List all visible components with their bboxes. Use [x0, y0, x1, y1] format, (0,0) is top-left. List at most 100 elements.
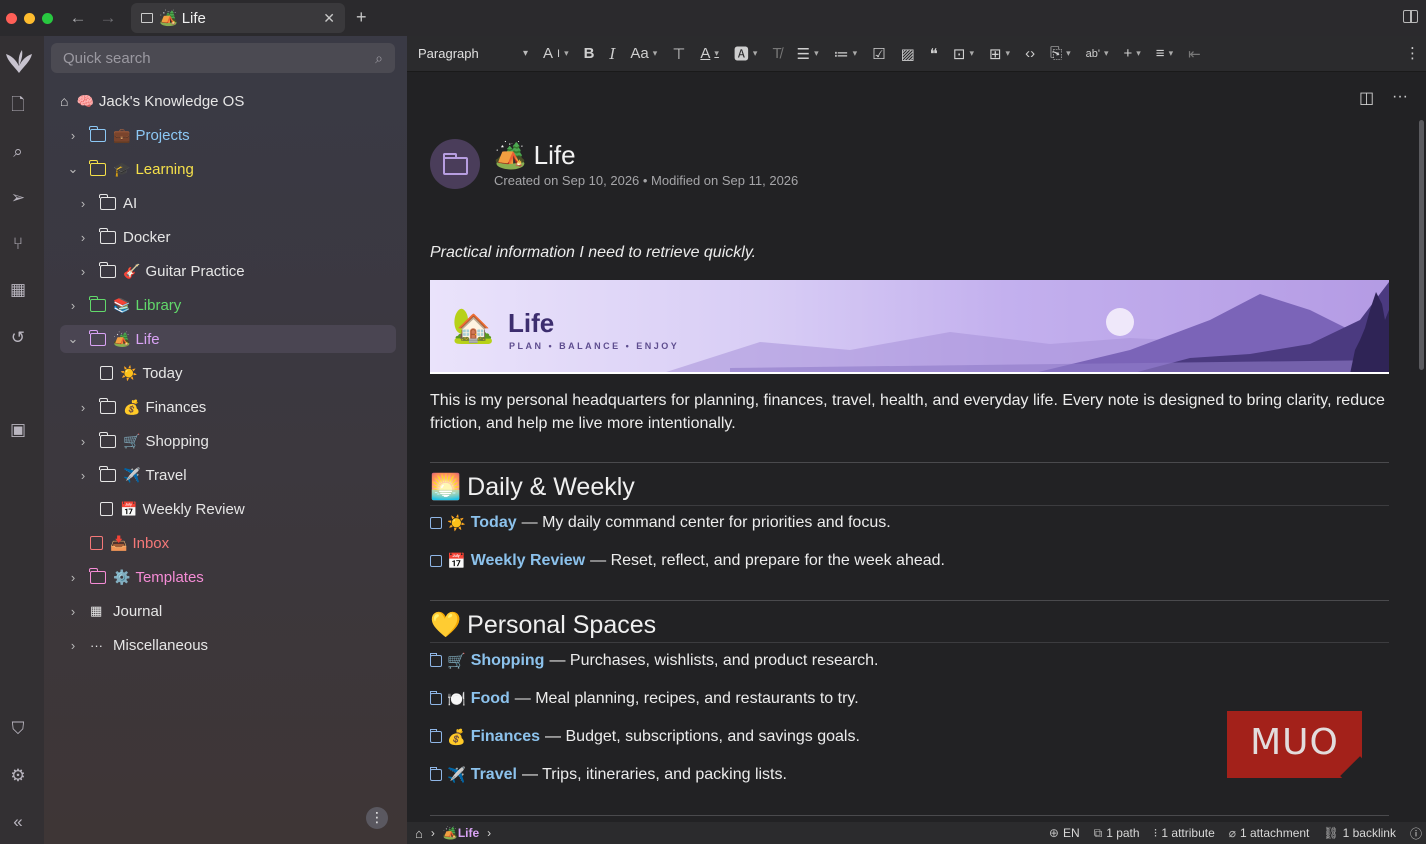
tree-item-shopping[interactable]: › 🛒 Shopping	[76, 427, 209, 455]
link-today[interactable]: ☀️ Today — My daily command center for p…	[430, 514, 891, 532]
split-view-icon[interactable]: ◫	[1359, 88, 1374, 108]
close-window-button[interactable]	[6, 12, 17, 24]
tree-item-inbox[interactable]: 📥 Inbox	[90, 529, 169, 557]
tree-item-guitar-practice[interactable]: › 🎸 Guitar Practice	[76, 257, 245, 285]
tree-item-travel[interactable]: › ✈️ Travel	[76, 461, 187, 489]
code-icon[interactable]: ‹›	[1025, 45, 1035, 62]
forward-arrow-icon[interactable]: →	[99, 8, 117, 28]
tree-item-life[interactable]: ⌄ 🏕️ Life	[60, 325, 396, 353]
tree-item-finances[interactable]: › 💰 Finances	[76, 393, 206, 421]
tree-item-docker[interactable]: › Docker	[76, 223, 171, 251]
tab-life[interactable]: 🏕️ Life ✕	[131, 3, 345, 33]
tree-item-weekly-review[interactable]: 📅 Weekly Review	[100, 495, 245, 523]
chevron-down-icon[interactable]: ⌄	[66, 331, 80, 347]
chevron-right-icon[interactable]: ›	[76, 230, 90, 245]
special-characters-icon[interactable]: ab' ▾	[1086, 48, 1109, 60]
clear-format-icon[interactable]: T̸	[772, 45, 781, 62]
minimize-window-button[interactable]	[24, 12, 35, 24]
admonition-icon[interactable]: ⊡ ▾	[953, 45, 974, 63]
chevron-right-icon[interactable]: ›	[76, 468, 90, 483]
format-painter-icon[interactable]: ⊤	[672, 45, 685, 63]
note-actions-icon[interactable]: ···	[1392, 88, 1408, 106]
paths-indicator[interactable]: ⧉ 1 path	[1094, 826, 1140, 841]
attachments-indicator[interactable]: ⌀ 1 attachment	[1229, 826, 1310, 840]
recent-changes-icon[interactable]: ↺	[8, 328, 28, 348]
text-case-icon[interactable]: Aa ▾	[630, 45, 657, 62]
chevron-right-icon[interactable]: ›	[76, 264, 90, 279]
jump-to-icon[interactable]: ➢	[8, 188, 28, 208]
chevron-right-icon[interactable]: ›	[66, 570, 80, 585]
today-note-icon[interactable]: ▣	[8, 420, 28, 440]
link-shopping[interactable]: 🛒 Shopping — Purchases, wishlists, and p…	[429, 652, 878, 670]
info-icon[interactable]: ⓘ	[1410, 825, 1422, 842]
chevron-right-icon[interactable]: ›	[76, 400, 90, 415]
block-quote-icon[interactable]: ❝	[930, 45, 938, 63]
link-label[interactable]: Weekly Review	[471, 552, 585, 570]
link-finances[interactable]: 💰 Finances — Budget, subscriptions, and …	[429, 728, 860, 746]
new-tab-button[interactable]: +	[356, 7, 367, 28]
protected-session-icon[interactable]: ⛉	[8, 719, 28, 739]
link-label[interactable]: Travel	[471, 766, 517, 784]
chevron-right-icon[interactable]: ›	[66, 604, 80, 619]
tree-item-library[interactable]: › 📚 Library	[66, 291, 181, 319]
tree-item-projects[interactable]: › 💼 Projects	[66, 121, 190, 149]
bold-icon[interactable]: B	[584, 45, 595, 62]
breadcrumb-life[interactable]: 🏕️Life	[443, 826, 479, 840]
back-arrow-icon[interactable]: ←	[69, 8, 87, 28]
italic-icon[interactable]: I	[609, 45, 615, 63]
new-note-icon[interactable]: 🗋	[8, 95, 28, 115]
tree-item-journal[interactable]: › ▦ Journal	[66, 597, 162, 625]
attributes-indicator[interactable]: ⁝ 1 attribute	[1154, 826, 1215, 840]
home-icon[interactable]: ⌂	[415, 826, 423, 841]
chevron-right-icon[interactable]: ›	[76, 434, 90, 449]
note-map-icon[interactable]: ⑂	[8, 234, 28, 254]
tree-item-learning[interactable]: ⌄ 🎓 Learning	[66, 155, 194, 183]
chevron-right-icon[interactable]: ›	[487, 826, 491, 840]
insert-plus-icon[interactable]: + ▾	[1124, 45, 1141, 62]
bulleted-list-icon[interactable]: ☰ ▾	[797, 45, 819, 63]
note-icon-button[interactable]	[430, 139, 480, 189]
backlinks-indicator[interactable]: ⛓ 1 backlink	[1323, 826, 1396, 840]
link-label[interactable]: Finances	[471, 728, 540, 746]
tree-item-ai[interactable]: › AI	[76, 189, 137, 217]
link-food[interactable]: 🍽️ Food — Meal planning, recipes, and re…	[429, 690, 859, 708]
note-title[interactable]: 🏕️ Life	[494, 140, 576, 171]
link-label[interactable]: Shopping	[471, 652, 545, 670]
paragraph-style-dropdown[interactable]: Paragraph ▾	[418, 46, 528, 61]
search-icon[interactable]: ⌕	[8, 142, 28, 162]
calendar-icon[interactable]: ▦	[8, 280, 28, 300]
font-size-icon[interactable]: A I ▾	[543, 45, 569, 62]
editor-scrollbar[interactable]	[1419, 120, 1424, 370]
chevron-right-icon[interactable]: ›	[66, 128, 80, 143]
link-travel[interactable]: ✈️ Travel — Trips, itineraries, and pack…	[429, 766, 787, 784]
link-label[interactable]: Today	[471, 514, 517, 532]
collapse-sidebar-icon[interactable]: «	[8, 812, 28, 832]
maximize-window-button[interactable]	[42, 12, 53, 24]
app-logo-icon[interactable]	[4, 48, 34, 76]
link-label[interactable]: Food	[471, 690, 510, 708]
chevron-right-icon[interactable]: ›	[66, 298, 80, 313]
highlight-color-icon[interactable]: 🅰 ▾	[734, 43, 758, 64]
insert-image-icon[interactable]: ▨	[901, 45, 915, 63]
outdent-icon[interactable]: ⇤	[1188, 45, 1201, 63]
tree-root[interactable]: ⌂ 🧠 Jack's Knowledge OS	[60, 87, 244, 115]
todo-list-icon[interactable]: ☑	[872, 45, 885, 63]
align-icon[interactable]: ≡ ▾	[1156, 45, 1173, 62]
toggle-panel-icon[interactable]	[1403, 10, 1418, 23]
code-block-icon[interactable]: ⎘ ▾	[1050, 45, 1071, 62]
font-color-icon[interactable]: A ▾	[700, 45, 719, 62]
chevron-right-icon[interactable]: ›	[66, 638, 80, 653]
quick-search-input[interactable]: Quick search ⌕	[51, 43, 395, 73]
chevron-right-icon[interactable]: ›	[76, 196, 90, 211]
close-tab-icon[interactable]: ✕	[323, 10, 335, 27]
table-icon[interactable]: ⊞ ▾	[989, 45, 1010, 63]
language-indicator[interactable]: ⊕ EN	[1049, 826, 1080, 840]
tree-item-templates[interactable]: › ⚙️ Templates	[66, 563, 204, 591]
tree-item-miscellaneous[interactable]: › ··· Miscellaneous	[66, 631, 208, 659]
chevron-down-icon[interactable]: ⌄	[66, 161, 80, 177]
toolbar-more-icon[interactable]: ⋮	[1405, 44, 1420, 62]
sidebar-menu-icon[interactable]: ⋮	[366, 807, 388, 829]
tree-item-today[interactable]: ☀️ Today	[100, 359, 182, 387]
settings-gear-icon[interactable]: ⚙	[8, 766, 28, 786]
link-weekly-review[interactable]: 📅 Weekly Review — Reset, reflect, and pr…	[430, 552, 945, 570]
